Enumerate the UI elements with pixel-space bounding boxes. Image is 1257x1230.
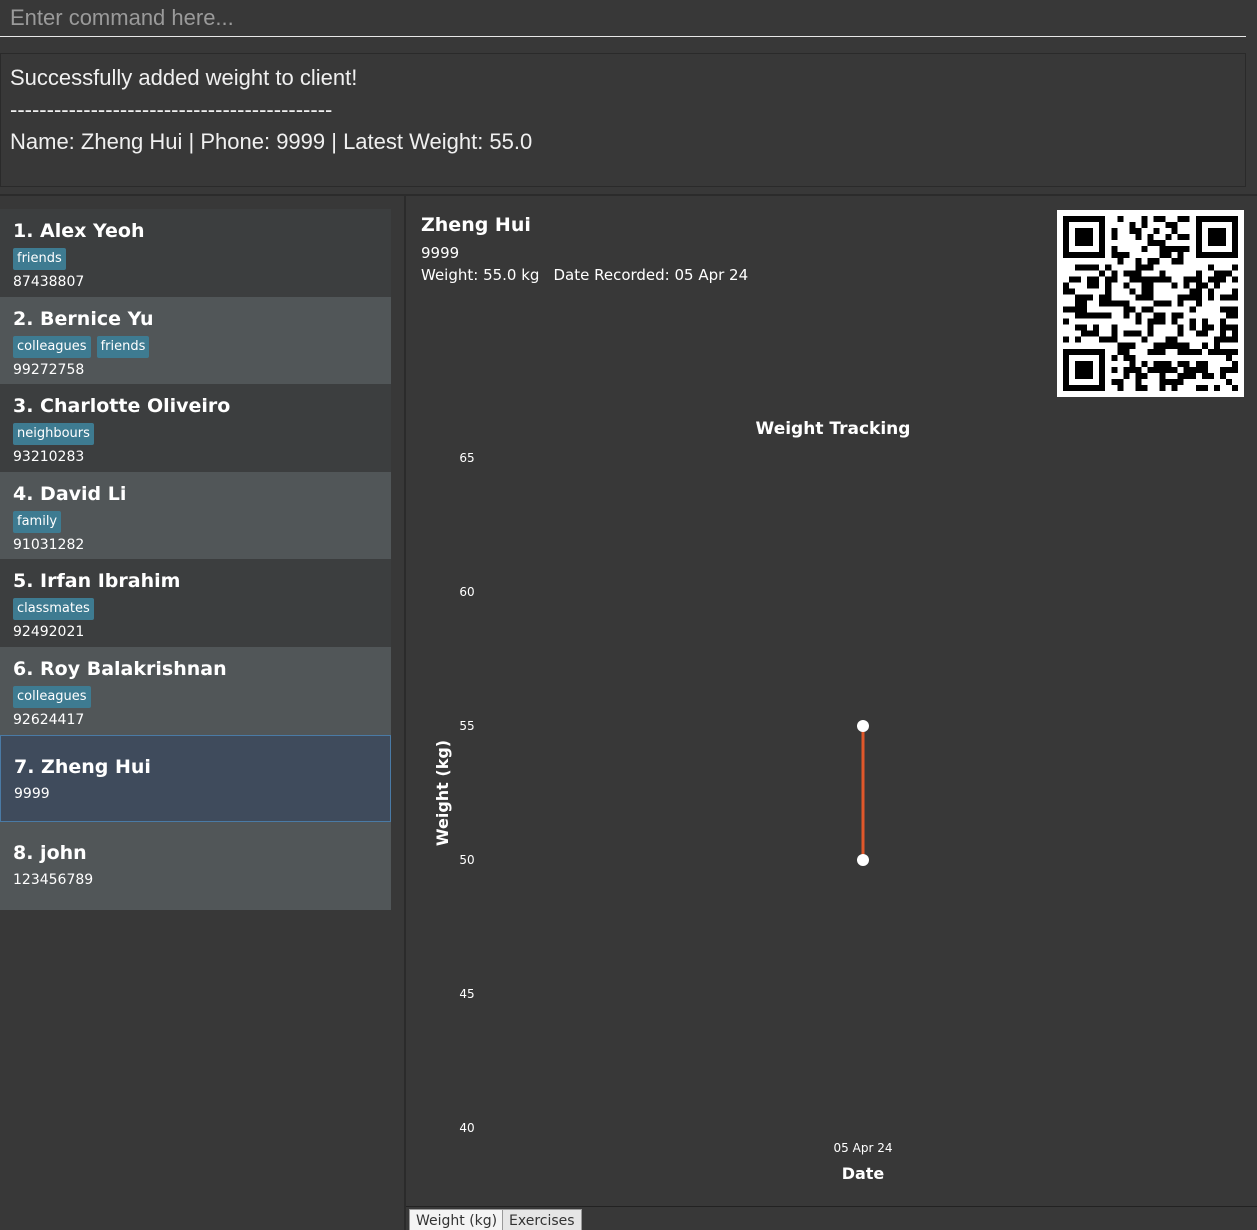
data-point — [857, 720, 869, 732]
detail-phone: 9999 — [421, 244, 460, 262]
result-line-1: Successfully added weight to client! — [10, 65, 358, 90]
tag-badge: colleagues — [13, 685, 91, 708]
client-phone: 9999 — [14, 785, 50, 802]
client-phone: 92624417 — [13, 711, 85, 728]
y-tick-label: 60 — [459, 585, 474, 599]
result-line-2: ----------------------------------------… — [10, 97, 333, 122]
client-tags: neighbours — [13, 423, 378, 446]
client-card[interactable]: 2. Bernice Yu colleagues friends 99272758 — [0, 296, 391, 385]
y-tick-label: 45 — [459, 987, 474, 1001]
client-tags: family — [13, 510, 378, 533]
detail-name: Zheng Hui — [421, 214, 531, 236]
tag-badge: colleagues — [13, 335, 91, 358]
client-phone: 87438807 — [13, 274, 85, 290]
client-phone: 92492021 — [13, 624, 85, 641]
tab-bar: Weight (kg) Exercises — [406, 1206, 1257, 1230]
client-tags: colleagues friends — [13, 335, 378, 358]
chart-title: Weight Tracking — [756, 419, 911, 439]
client-tags: colleagues — [13, 685, 378, 708]
client-phone: 91031282 — [13, 536, 85, 553]
client-tags: friends — [13, 248, 378, 270]
data-point — [857, 854, 869, 866]
tag-badge: classmates — [13, 598, 94, 621]
x-tick-label: 05 Apr 24 — [834, 1141, 893, 1155]
tag-badge: neighbours — [13, 423, 94, 446]
tag-badge: family — [13, 510, 62, 533]
tab-exercises[interactable]: Exercises — [502, 1209, 582, 1230]
client-name: 3. Charlotte Oliveiro — [13, 395, 231, 418]
client-card[interactable]: 5. Irfan Ibrahim classmates 92492021 — [0, 559, 391, 647]
x-axis-label: Date — [842, 1164, 885, 1183]
client-name: 5. Irfan Ibrahim — [13, 570, 181, 593]
client-card[interactable]: 7. Zheng Hui 9999 — [0, 734, 391, 823]
client-card[interactable]: 6. Roy Balakrishnan colleagues 92624417 — [0, 646, 391, 735]
weight-chart: Weight Tracking 40 45 50 55 60 65 Weight (kg) 05… — [433, 419, 911, 1183]
qr-code-icon — [1057, 210, 1244, 397]
y-tick-label: 55 — [459, 719, 474, 733]
client-tags: classmates — [13, 598, 378, 621]
y-axis-label: Weight (kg) — [433, 740, 452, 846]
client-name: 4. David Li — [13, 482, 127, 505]
client-phone: 93210283 — [13, 449, 85, 466]
command-input[interactable] — [0, 0, 1246, 37]
client-name: 8. john — [13, 842, 87, 865]
client-card[interactable]: 4. David Li family 91031282 — [0, 471, 391, 560]
detail-info: Weight: 55.0 kg Date Recorded: 05 Apr 24 — [421, 266, 748, 284]
command-box — [0, 0, 1257, 44]
client-card[interactable]: 3. Charlotte Oliveiro neighbours 93210283 — [0, 384, 391, 472]
client-name: 1. Alex Yeoh — [13, 220, 145, 242]
client-list[interactable]: 1. Alex Yeoh friends 87438807 2. Bernice Yu… — [0, 209, 391, 910]
detail-weight: Weight: 55.0 kg — [421, 266, 540, 284]
client-name: 6. Roy Balakrishnan — [13, 657, 227, 680]
client-name: 7. Zheng Hui — [14, 755, 151, 778]
y-tick-label: 40 — [459, 1121, 474, 1135]
client-phone: 99272758 — [13, 361, 85, 378]
client-phone: 123456789 — [13, 872, 94, 889]
y-tick-label: 65 — [459, 451, 474, 465]
client-name: 2. Bernice Yu — [13, 307, 154, 330]
client-card[interactable]: 8. john 123456789 — [0, 822, 391, 910]
tab-weight[interactable]: Weight (kg) — [409, 1209, 505, 1230]
result-display: Successfully added weight to client! ---… — [0, 53, 1246, 187]
result-line-3: Name: Zheng Hui | Phone: 9999 | Latest W… — [10, 129, 533, 154]
client-detail-panel: Zheng Hui 9999 Weight: 55.0 kg Date Reco… — [406, 196, 1257, 1206]
client-list-panel: 1. Alex Yeoh friends 87438807 2. Bernice Yu… — [0, 196, 404, 1230]
tag-badge: friends — [96, 335, 150, 358]
tag-badge: friends — [13, 248, 66, 270]
y-tick-label: 50 — [459, 853, 474, 867]
client-card[interactable]: 1. Alex Yeoh friends 87438807 — [0, 209, 391, 297]
detail-date-recorded: Date Recorded: 05 Apr 24 — [553, 266, 749, 284]
